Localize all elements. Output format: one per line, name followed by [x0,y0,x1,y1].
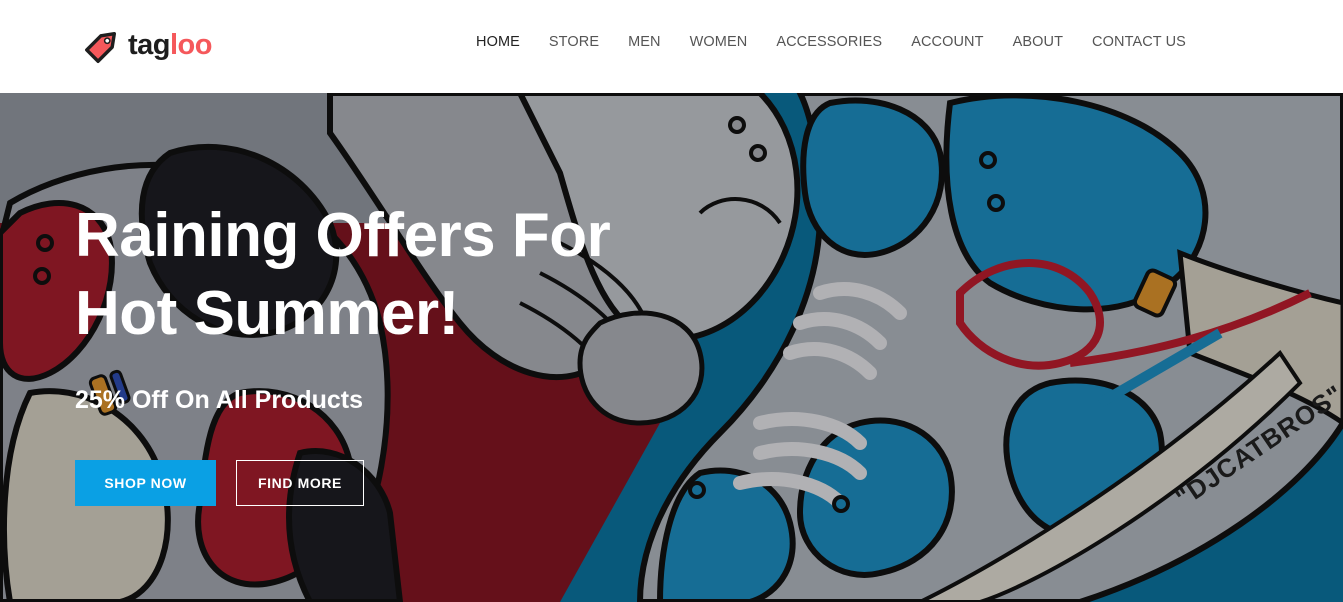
hero-banner: "DJCATBROS" Raining Offers For Hot Summe… [0,93,1343,602]
nav-link-about[interactable]: ABOUT [1013,32,1063,52]
nav-item-contact: CONTACT US [1092,32,1186,52]
brand-name-part2: loo [170,28,213,61]
nav-link-home[interactable]: HOME [476,32,520,52]
shop-now-button[interactable]: SHOP NOW [75,460,216,506]
nav-item-accessories: ACCESSORIES [776,32,882,52]
nav-link-contact[interactable]: CONTACT US [1092,32,1186,52]
find-more-button[interactable]: FIND MORE [236,460,364,506]
hero-subtitle: 25% Off On All Products [75,386,364,414]
nav-item-home: HOME [476,32,520,52]
hero-title-line2: Hot Summer! [75,279,459,348]
site-header: tagloo HOME STORE MEN WOMEN ACCESSORIES … [0,0,1343,93]
main-nav: HOME STORE MEN WOMEN ACCESSORIES ACCOUNT… [476,32,1186,52]
hero-title: Raining Offers For Hot Summer! [75,197,695,353]
nav-link-men[interactable]: MEN [628,32,661,52]
brand-wordmark: tagloo [128,28,213,61]
nav-link-account[interactable]: ACCOUNT [911,32,983,52]
nav-item-men: MEN [628,32,661,52]
nav-item-women: WOMEN [690,32,748,52]
nav-item-about: ABOUT [1013,32,1063,52]
nav-item-store: STORE [549,32,599,52]
hero-title-line1: Raining Offers For [75,201,611,270]
nav-link-women[interactable]: WOMEN [690,32,748,52]
brand-logo[interactable]: tagloo [82,24,213,66]
nav-item-account: ACCOUNT [911,32,983,52]
price-tag-icon [85,31,117,63]
nav-link-accessories[interactable]: ACCESSORIES [776,32,882,52]
nav-link-store[interactable]: STORE [549,32,599,52]
brand-name-part1: tag [128,28,171,61]
